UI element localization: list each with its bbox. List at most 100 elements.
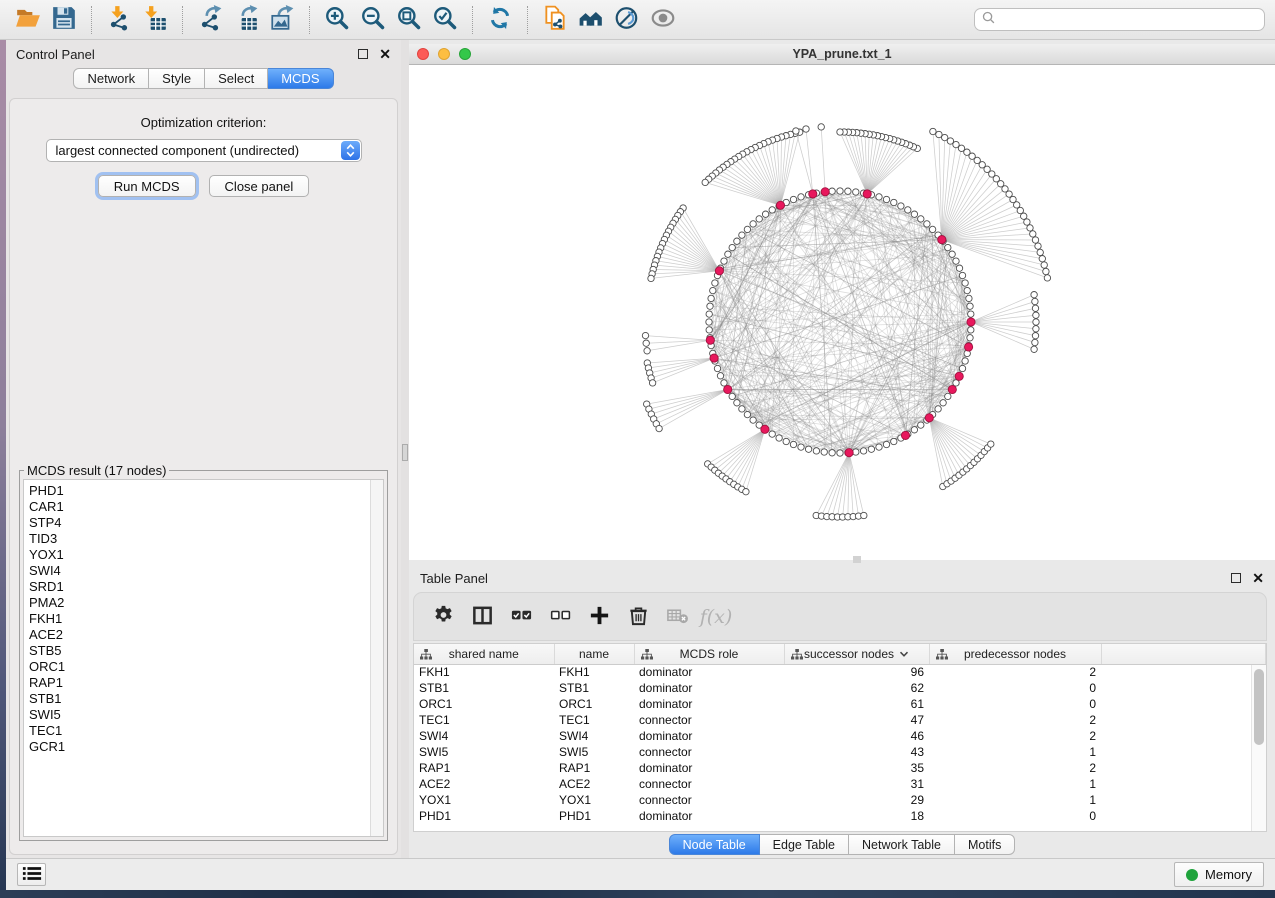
clone-network-icon bbox=[542, 5, 568, 34]
show-all-button[interactable] bbox=[645, 4, 681, 36]
memory-button[interactable]: Memory bbox=[1174, 862, 1264, 887]
table-row[interactable]: ORC1ORC1dominator610 bbox=[414, 696, 1266, 712]
table-cell: 2 bbox=[929, 664, 1101, 680]
sort-desc-icon[interactable] bbox=[899, 647, 909, 661]
column-header-name[interactable]: name bbox=[554, 644, 634, 664]
table-row[interactable]: TEC1TEC1connector472 bbox=[414, 712, 1266, 728]
mcds-result-item[interactable]: SWI4 bbox=[29, 563, 383, 579]
add-column-button[interactable] bbox=[587, 602, 611, 632]
table-cell bbox=[1101, 792, 1266, 808]
mcds-result-item[interactable]: YOX1 bbox=[29, 547, 383, 563]
criterion-value: largest connected component (undirected) bbox=[56, 143, 300, 158]
mcds-result-item[interactable]: FKH1 bbox=[29, 611, 383, 627]
tab-mcds[interactable]: MCDS bbox=[268, 68, 333, 89]
float-table-panel-icon[interactable] bbox=[1231, 573, 1241, 583]
column-type-icon bbox=[420, 649, 432, 663]
zoom-fit-button[interactable] bbox=[391, 4, 427, 36]
table-cell: RAP1 bbox=[414, 760, 554, 776]
table-row[interactable]: PHD1PHD1dominator180 bbox=[414, 808, 1266, 824]
tab-select[interactable]: Select bbox=[205, 68, 268, 89]
mcds-result-item[interactable]: TID3 bbox=[29, 531, 383, 547]
table-row[interactable]: STB1STB1dominator620 bbox=[414, 680, 1266, 696]
export-network-button[interactable] bbox=[192, 4, 228, 36]
run-mcds-button[interactable]: Run MCDS bbox=[98, 175, 196, 197]
export-image-button[interactable] bbox=[264, 4, 300, 36]
mcds-result-item[interactable]: STB5 bbox=[29, 643, 383, 659]
tab-network[interactable]: Network bbox=[73, 68, 149, 89]
table-row[interactable]: SWI5SWI5connector431 bbox=[414, 744, 1266, 760]
select-all-button[interactable] bbox=[509, 602, 533, 632]
column-header-shared-name[interactable]: shared name bbox=[414, 644, 554, 664]
mcds-result-list[interactable]: PHD1CAR1STP4TID3YOX1SWI4SRD1PMA2FKH1ACE2… bbox=[23, 479, 384, 837]
search-box[interactable] bbox=[974, 8, 1265, 31]
mcds-result-item[interactable]: PHD1 bbox=[29, 483, 383, 499]
mcds-result-item[interactable]: PMA2 bbox=[29, 595, 383, 611]
table-row[interactable]: ACE2ACE2connector311 bbox=[414, 776, 1266, 792]
table-row[interactable]: SWI4SWI4dominator462 bbox=[414, 728, 1266, 744]
import-table-icon bbox=[142, 5, 168, 34]
delete-column-button[interactable] bbox=[626, 602, 650, 632]
node-table[interactable]: shared namenameMCDS rolesuccessor nodesp… bbox=[414, 644, 1266, 824]
table-row[interactable]: YOX1YOX1connector291 bbox=[414, 792, 1266, 808]
refresh-view-button[interactable] bbox=[482, 4, 518, 36]
mcds-result-item[interactable]: GCR1 bbox=[29, 739, 383, 755]
clone-network-button[interactable] bbox=[537, 4, 573, 36]
mcds-result-item[interactable]: STB1 bbox=[29, 691, 383, 707]
table-cell: 1 bbox=[929, 776, 1101, 792]
table-tab-node-table[interactable]: Node Table bbox=[669, 834, 760, 855]
table-row[interactable]: RAP1RAP1dominator352 bbox=[414, 760, 1266, 776]
first-neighbors-button[interactable] bbox=[573, 4, 609, 36]
network-window-titlebar: YPA_prune.txt_1 bbox=[409, 44, 1275, 65]
table-cell: ACE2 bbox=[554, 776, 634, 792]
table-cell: PHD1 bbox=[554, 808, 634, 824]
criterion-dropdown[interactable]: largest connected component (undirected) bbox=[46, 139, 362, 162]
vertical-splitter[interactable] bbox=[401, 40, 409, 858]
tab-style[interactable]: Style bbox=[149, 68, 205, 89]
zoom-out-button[interactable] bbox=[355, 4, 391, 36]
mcds-result-item[interactable]: ORC1 bbox=[29, 659, 383, 675]
show-columns-button[interactable] bbox=[470, 602, 494, 632]
table-tab-motifs[interactable]: Motifs bbox=[955, 834, 1015, 855]
zoom-selected-button[interactable] bbox=[427, 4, 463, 36]
column-header-predecessor-nodes[interactable]: predecessor nodes bbox=[929, 644, 1101, 664]
network-view[interactable] bbox=[409, 65, 1275, 560]
search-input[interactable] bbox=[1000, 13, 1257, 27]
splitter-handle[interactable] bbox=[402, 444, 408, 461]
status-menu-button[interactable] bbox=[17, 863, 46, 886]
table-settings-button[interactable] bbox=[431, 602, 455, 632]
horizontal-splitter-handle[interactable] bbox=[853, 556, 861, 563]
table-cell: STB1 bbox=[554, 680, 634, 696]
import-network-button[interactable] bbox=[101, 4, 137, 36]
close-panel-icon[interactable]: ✕ bbox=[379, 47, 391, 61]
mcds-result-item[interactable]: CAR1 bbox=[29, 499, 383, 515]
mcds-result-item[interactable]: SWI5 bbox=[29, 707, 383, 723]
table-row[interactable]: FKH1FKH1dominator962 bbox=[414, 664, 1266, 680]
import-network-icon bbox=[106, 5, 132, 34]
table-scrollbar[interactable] bbox=[1251, 665, 1266, 831]
export-table-button[interactable] bbox=[228, 4, 264, 36]
column-header-MCDS-role[interactable]: MCDS role bbox=[634, 644, 784, 664]
mcds-result-item[interactable]: STP4 bbox=[29, 515, 383, 531]
hide-selected-button[interactable] bbox=[609, 4, 645, 36]
save-session-button[interactable] bbox=[46, 4, 82, 36]
mcds-list-scrollbar[interactable] bbox=[370, 480, 383, 836]
close-panel-button[interactable]: Close panel bbox=[209, 175, 310, 197]
import-table-button[interactable] bbox=[137, 4, 173, 36]
mcds-result-item[interactable]: TEC1 bbox=[29, 723, 383, 739]
table-tab-edge-table[interactable]: Edge Table bbox=[760, 834, 849, 855]
unselect-all-button[interactable] bbox=[548, 602, 572, 632]
zoom-in-button[interactable] bbox=[319, 4, 355, 36]
toolbar-separator bbox=[182, 6, 183, 34]
mcds-result-item[interactable]: ACE2 bbox=[29, 627, 383, 643]
open-session-button[interactable] bbox=[10, 4, 46, 36]
column-header-successor-nodes[interactable]: successor nodes bbox=[784, 644, 929, 664]
control-panel: Control Panel ✕ NetworkStyleSelectMCDS O… bbox=[6, 40, 401, 858]
mcds-result-item[interactable]: SRD1 bbox=[29, 579, 383, 595]
mcds-result-item[interactable]: RAP1 bbox=[29, 675, 383, 691]
table-scrollbar-thumb[interactable] bbox=[1254, 669, 1264, 745]
table-cell: connector bbox=[634, 744, 784, 760]
table-tab-network-table[interactable]: Network Table bbox=[849, 834, 955, 855]
close-table-panel-icon[interactable]: ✕ bbox=[1252, 571, 1264, 585]
float-panel-icon[interactable] bbox=[358, 49, 368, 59]
zoom-in-icon bbox=[324, 5, 350, 34]
